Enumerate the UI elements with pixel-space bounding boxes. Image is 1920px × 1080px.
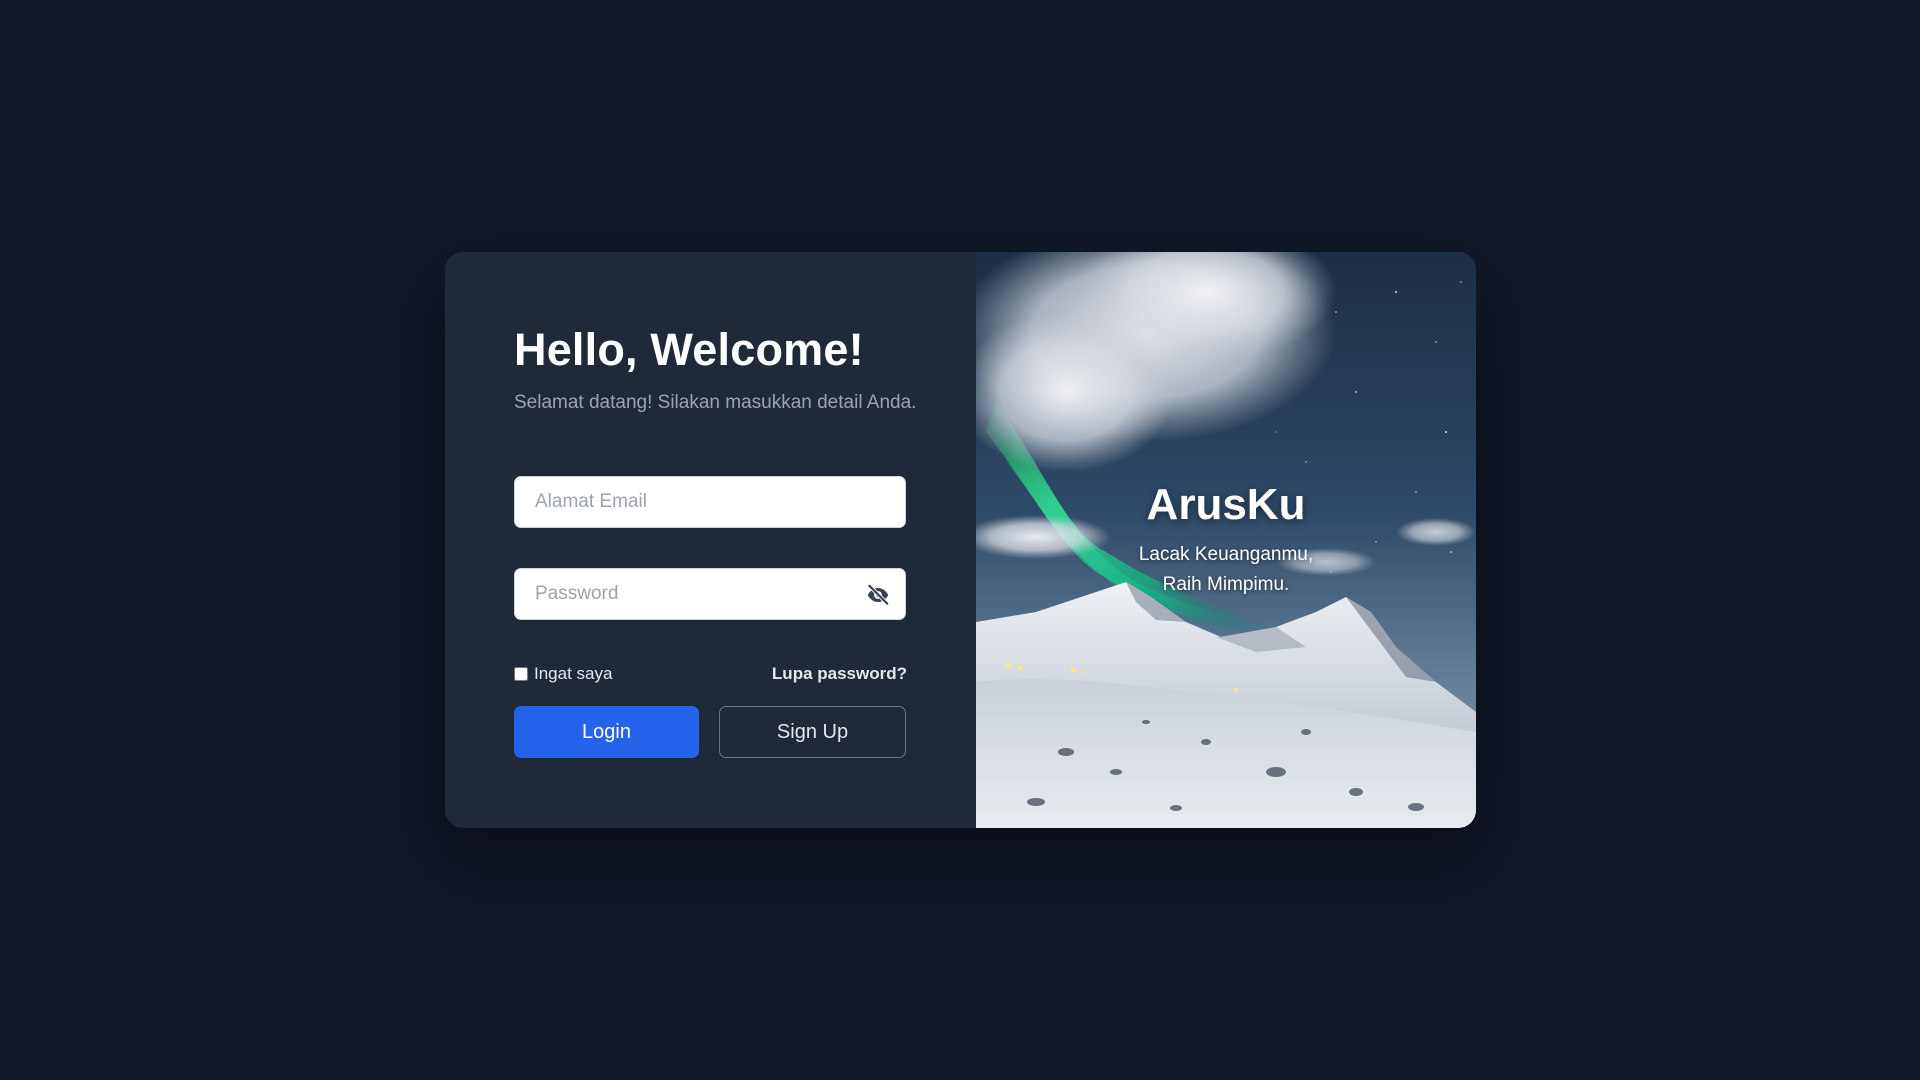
page-subtitle: Selamat datang! Silakan masukkan detail …	[514, 392, 917, 413]
password-field-wrapper	[514, 568, 906, 620]
remember-checkbox[interactable]	[514, 667, 528, 681]
login-card: Hello, Welcome! Selamat datang! Silakan …	[445, 252, 1476, 828]
brand-name: ArusKu	[1146, 480, 1306, 529]
hero-image-panel: ArusKu Lacak Keuanganmu, Raih Mimpimu.	[976, 252, 1476, 828]
tagline-line-1: Lacak Keuanganmu,	[1138, 544, 1314, 565]
password-input[interactable]	[515, 569, 905, 619]
tagline-line-2: Raih Mimpimu.	[1162, 574, 1290, 595]
remember-label: Ingat saya	[534, 664, 613, 683]
email-field-wrapper	[514, 476, 906, 528]
remember-me[interactable]: Ingat saya	[514, 664, 612, 684]
login-button[interactable]: Login	[514, 706, 699, 758]
signup-button[interactable]: Sign Up	[719, 706, 906, 758]
eye-slash-icon[interactable]	[865, 582, 891, 608]
forgot-password-link[interactable]: Lupa password?	[772, 664, 907, 684]
login-form-panel: Hello, Welcome! Selamat datang! Silakan …	[445, 252, 976, 828]
page-title: Hello, Welcome!	[514, 324, 864, 375]
aurora-mountain-image	[976, 252, 1476, 828]
email-input[interactable]	[515, 477, 905, 527]
